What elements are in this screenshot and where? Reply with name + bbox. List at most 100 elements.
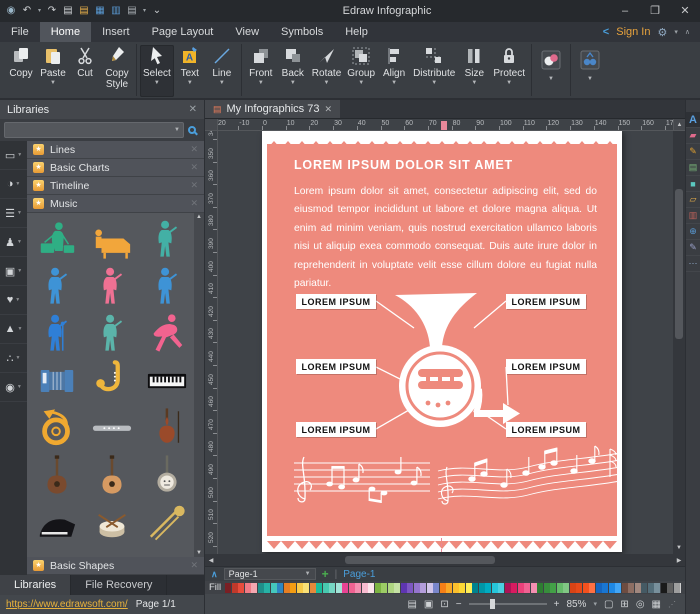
shape-saxophonist[interactable]	[85, 310, 140, 357]
color-swatch[interactable]	[621, 582, 628, 593]
color-swatch[interactable]	[582, 582, 589, 593]
color-swatch[interactable]	[465, 582, 472, 593]
color-swatch[interactable]	[673, 582, 680, 593]
shape-saxophone[interactable]	[85, 357, 140, 404]
minimize-button[interactable]: –	[610, 0, 640, 22]
color-swatch[interactable]	[394, 582, 401, 593]
export-button[interactable]: ▤	[77, 0, 91, 22]
color-swatch[interactable]	[589, 582, 596, 593]
color-swatch[interactable]	[576, 582, 583, 593]
app-logo[interactable]: ◉	[4, 0, 18, 22]
music-staff-wavy[interactable]	[434, 441, 624, 520]
color-swatch[interactable]	[264, 582, 271, 593]
network-library-icon[interactable]: ∴ ▼	[0, 344, 27, 373]
comment-tool[interactable]: ⋯	[685, 256, 700, 272]
shape-snare-drum[interactable]	[85, 498, 140, 545]
close-tab-icon[interactable]: ✕	[324, 104, 332, 115]
color-swatch[interactable]	[400, 582, 407, 593]
share-icon[interactable]: <	[603, 26, 609, 38]
ribbon-button-back[interactable]: Back ▼	[277, 45, 309, 97]
color-swatch[interactable]	[335, 582, 342, 593]
color-swatch[interactable]	[316, 582, 323, 593]
color-swatch[interactable]	[647, 582, 654, 593]
undo-button-caret-icon[interactable]: ▾	[36, 0, 43, 22]
color-swatch[interactable]	[348, 582, 355, 593]
shape-acoustic-guitar[interactable]	[85, 451, 140, 498]
people-library-icon[interactable]: ♟ ▼	[0, 228, 27, 257]
close-icon[interactable]: ✕	[190, 162, 198, 173]
edrawsoft-link[interactable]: https://www.edrawsoft.com/	[6, 599, 128, 610]
ribbon-button-align[interactable]: Align ▼	[378, 45, 410, 97]
document-tab[interactable]: ▤ My Infographics 73 ✕	[205, 100, 340, 118]
library-row-lines[interactable]: ★ Lines ✕	[27, 141, 204, 158]
horizontal-scroll-thumb[interactable]	[345, 556, 495, 564]
shape-grand-piano[interactable]	[30, 498, 85, 545]
color-swatch[interactable]	[381, 582, 388, 593]
shape-clarinetist[interactable]	[139, 263, 194, 310]
color-swatch[interactable]	[329, 582, 336, 593]
shape-accordion[interactable]	[30, 357, 85, 404]
color-swatch[interactable]	[641, 582, 648, 593]
zoom-in-button[interactable]: +	[554, 599, 560, 610]
shape-scrollbar[interactable]: ▲ ▼	[194, 213, 204, 557]
color-swatch[interactable]	[602, 582, 609, 593]
color-swatch[interactable]	[569, 582, 576, 593]
shape-flute[interactable]	[85, 404, 140, 451]
color-swatch[interactable]	[550, 582, 557, 593]
menu-item-symbols[interactable]: Symbols	[270, 22, 334, 42]
page-view-icon[interactable]: ▣	[424, 599, 433, 610]
shape-trombone[interactable]	[139, 498, 194, 545]
vertical-scrollbar[interactable]: ▼	[673, 131, 685, 554]
scroll-down-icon[interactable]: ▼	[673, 542, 685, 554]
zoom-slider-handle[interactable]	[490, 599, 496, 609]
shape-banjo[interactable]	[139, 451, 194, 498]
text-tool[interactable]: A	[685, 112, 700, 128]
horizontal-scrollbar[interactable]: ◀ ▶	[205, 554, 685, 566]
lorem-label-box[interactable]: LOREM IPSUM	[296, 294, 376, 309]
color-swatch[interactable]	[478, 582, 485, 593]
color-swatch[interactable]	[446, 582, 453, 593]
ribbon-button-line[interactable]: Line ▼	[206, 45, 238, 97]
color-swatch[interactable]	[439, 582, 446, 593]
color-swatch[interactable]	[498, 582, 505, 593]
fill-tool[interactable]: ▰	[685, 128, 700, 144]
color-swatch[interactable]	[283, 582, 290, 593]
grid-toggle-icon[interactable]: ▦	[652, 599, 661, 610]
settings-caret-icon[interactable]: ▾	[674, 28, 678, 36]
ribbon-button-distribute[interactable]: Distribute ▼	[410, 45, 458, 97]
lorem-label-box[interactable]: LOREM IPSUM	[296, 359, 376, 374]
library-row-timeline[interactable]: ★ Timeline ✕	[27, 177, 204, 194]
page-tab[interactable]: Page-1	[343, 569, 375, 580]
shape-piano-keyboard[interactable]	[139, 357, 194, 404]
color-swatch[interactable]	[296, 582, 303, 593]
shape-pianist[interactable]	[85, 216, 140, 263]
menu-item-insert[interactable]: Insert	[91, 22, 141, 42]
shape-guitarist[interactable]	[30, 263, 85, 310]
fit-page-icon[interactable]: ▢	[604, 599, 613, 610]
library-row-music[interactable]: ★ Music ✕	[27, 195, 204, 212]
menu-item-view[interactable]: View	[224, 22, 270, 42]
chevron-down-icon[interactable]: ▼	[305, 571, 311, 577]
normal-view-icon[interactable]: ▤	[407, 599, 416, 610]
memo-tool[interactable]: ✎	[685, 240, 700, 256]
color-swatch[interactable]	[231, 582, 238, 593]
color-swatch[interactable]	[595, 582, 602, 593]
ribbon-button-find[interactable]: ▼	[574, 45, 606, 97]
panel-tab-libraries[interactable]: Libraries	[0, 575, 72, 595]
color-swatch[interactable]	[556, 582, 563, 593]
shape-violinist[interactable]	[139, 216, 194, 263]
chevron-down-icon[interactable]: ▼	[174, 127, 180, 133]
color-swatch[interactable]	[524, 582, 531, 593]
color-swatch[interactable]	[433, 582, 440, 593]
search-icon[interactable]	[188, 126, 196, 134]
color-swatch[interactable]	[660, 582, 667, 593]
zoom-level[interactable]: 85%	[566, 599, 586, 610]
snapshot-button-caret-icon[interactable]: ▾	[141, 0, 148, 22]
ribbon-button-rotate[interactable]: Rotate ▼	[309, 45, 344, 97]
color-swatch[interactable]	[511, 582, 518, 593]
shape-tool[interactable]: ■	[685, 176, 700, 192]
redo-button[interactable]: ↷	[45, 0, 59, 22]
color-swatch[interactable]	[667, 582, 674, 593]
panel-tab-file-recovery[interactable]: File Recovery	[71, 575, 168, 595]
shape-french-horn[interactable]	[30, 404, 85, 451]
